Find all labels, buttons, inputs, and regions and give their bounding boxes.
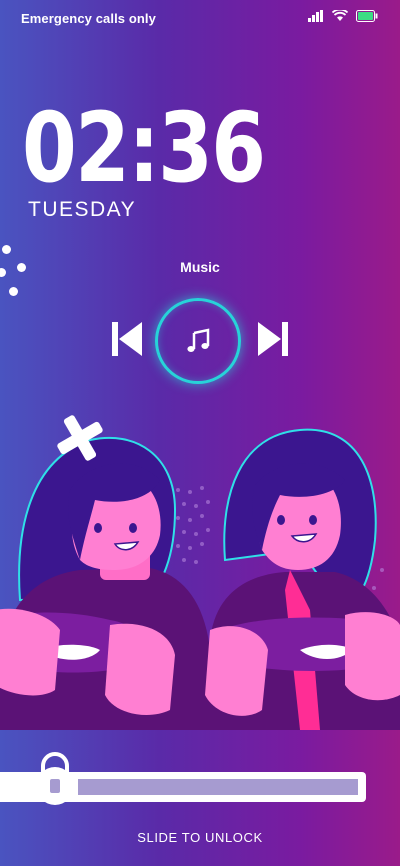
- clock-time: 02:36: [22, 92, 266, 204]
- next-icon: [258, 322, 288, 356]
- carrier-status: Emergency calls only: [21, 11, 156, 26]
- battery-icon: [356, 10, 378, 22]
- music-play-button[interactable]: [155, 298, 241, 384]
- next-track-button[interactable]: [258, 322, 288, 356]
- wifi-icon: [332, 10, 348, 21]
- status-bar: Emergency calls only: [0, 0, 400, 36]
- music-label: Music: [180, 259, 220, 275]
- unlock-slider-fill: [78, 779, 358, 795]
- slide-to-unlock-label: SLIDE TO UNLOCK: [137, 830, 263, 845]
- lock-icon: [36, 752, 74, 805]
- signal-icon: [308, 10, 323, 22]
- status-icons: [308, 10, 378, 22]
- music-note-icon: [187, 328, 210, 352]
- right-character: [205, 428, 400, 730]
- previous-track-button[interactable]: [112, 322, 142, 356]
- previous-icon: [112, 322, 142, 356]
- unlock-slider-handle[interactable]: [30, 748, 80, 808]
- left-character: [0, 415, 210, 730]
- clock-day: TUESDAY: [28, 198, 137, 221]
- gamers-illustration: [0, 415, 400, 730]
